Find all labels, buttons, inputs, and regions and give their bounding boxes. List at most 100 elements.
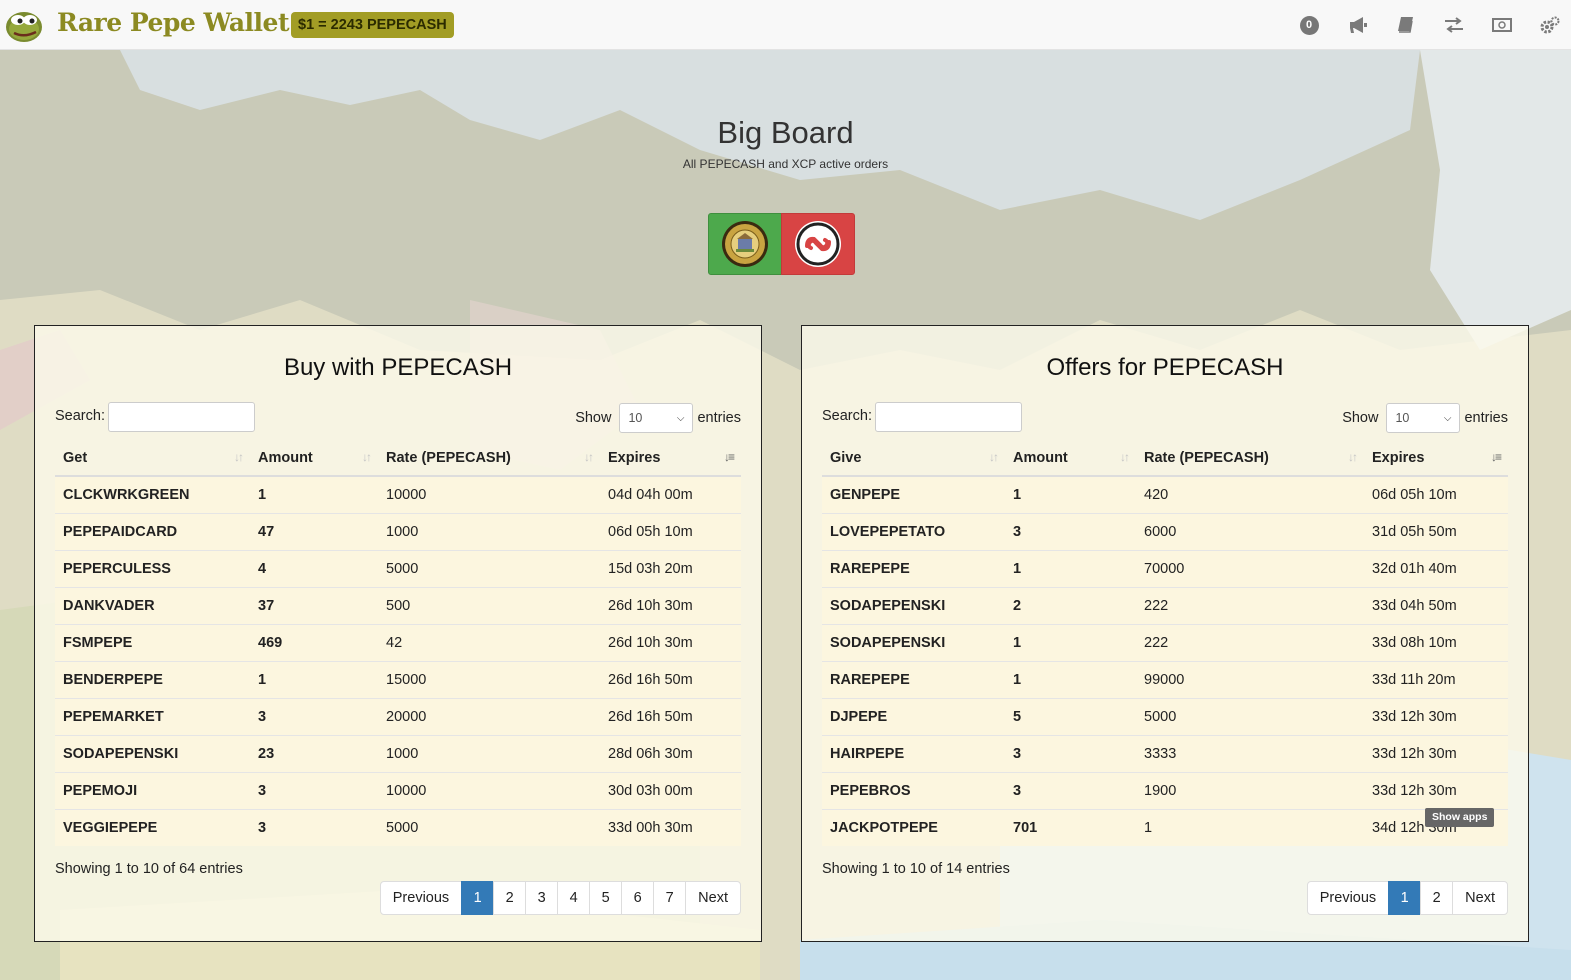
page-button[interactable]: 4 <box>557 881 591 915</box>
expires-cell: 28d 06h 30m <box>600 734 741 772</box>
page-button[interactable]: 3 <box>525 881 559 915</box>
rate-cell: 420 <box>1136 476 1364 513</box>
page-button[interactable]: 5 <box>589 881 623 915</box>
xcp-logo-icon <box>795 221 841 267</box>
column-header-rate[interactable]: Rate (PEPECASH) ↓↑ <box>378 440 600 477</box>
asset-cell: SODAPEPENSKI <box>55 734 250 772</box>
sort-icon: ↓↑ <box>1348 450 1358 464</box>
book-icon[interactable] <box>1394 13 1418 37</box>
amount-cell: 469 <box>250 623 378 661</box>
entries-select-value: 10 <box>628 411 643 425</box>
entries-select[interactable]: 10 ⌵ <box>619 403 694 433</box>
page-button[interactable]: 7 <box>653 881 687 915</box>
pepecash-button[interactable] <box>708 213 782 275</box>
entries-select[interactable]: 10 ⌵ <box>1386 403 1461 433</box>
table-row[interactable]: DANKVADER 37 500 26d 10h 30m <box>55 586 741 624</box>
exchange-icon[interactable] <box>1442 13 1466 37</box>
table-row[interactable]: RAREPEPE 1 70000 32d 01h 40m <box>822 549 1508 587</box>
show-label: Show <box>575 410 612 426</box>
rate-cell: 70000 <box>1136 549 1364 587</box>
amount-cell: 1 <box>1005 476 1136 513</box>
column-header-label: Amount <box>258 449 313 466</box>
expires-cell: 31d 05h 50m <box>1364 512 1508 550</box>
table-row[interactable]: GENPEPE 1 420 06d 05h 10m <box>822 476 1508 513</box>
table-row[interactable]: FSMPEPE 469 42 26d 10h 30m <box>55 623 741 661</box>
expires-cell: 26d 10h 30m <box>600 586 741 624</box>
page-button[interactable]: 6 <box>621 881 655 915</box>
column-header-label: Expires <box>608 449 661 466</box>
pepe-logo-icon[interactable] <box>4 5 44 45</box>
sort-icon: ↓↑ <box>989 450 999 464</box>
table-row[interactable]: BENDERPEPE 1 15000 26d 16h 50m <box>55 660 741 698</box>
gears-icon[interactable] <box>1538 13 1562 37</box>
expires-cell: 33d 08h 10m <box>1364 623 1508 661</box>
asset-cell: PEPEMARKET <box>55 697 250 735</box>
amount-cell: 1 <box>1005 623 1136 661</box>
expires-cell: 26d 10h 30m <box>600 623 741 661</box>
rate-cell: 222 <box>1136 586 1364 624</box>
column-header-give[interactable]: Give ↓↑ <box>822 440 1005 477</box>
column-header-amount[interactable]: Amount ↓↑ <box>1005 440 1136 477</box>
previous-page-button[interactable]: Previous <box>379 881 463 915</box>
column-header-expires[interactable]: Expires ↓≡ <box>600 440 741 477</box>
rate-cell: 99000 <box>1136 660 1364 698</box>
rate-cell: 42 <box>378 623 600 661</box>
page-button[interactable]: 1 <box>1388 881 1422 915</box>
page-button[interactable]: 2 <box>1420 881 1454 915</box>
rate-cell: 1 <box>1136 808 1364 846</box>
asset-cell: DANKVADER <box>55 586 250 624</box>
amount-cell: 701 <box>1005 808 1136 846</box>
table-row[interactable]: PEPEMOJI 3 10000 30d 03h 00m <box>55 771 741 809</box>
page-length-control: Show 10 ⌵ entries <box>1342 403 1508 433</box>
table-row[interactable]: SODAPEPENSKI 23 1000 28d 06h 30m <box>55 734 741 772</box>
expires-cell: 33d 11h 20m <box>1364 660 1508 698</box>
pepecash-coin-icon <box>722 221 768 267</box>
rate-cell: 1900 <box>1136 771 1364 809</box>
amount-cell: 5 <box>1005 697 1136 735</box>
rate-badge: $1 = 2243 PEPECASH <box>291 12 454 38</box>
column-header-rate[interactable]: Rate (PEPECASH) ↓↑ <box>1136 440 1364 477</box>
table-body: CLCKWRKGREEN 1 10000 04d 04h 00m PEPEPAIDCAR… <box>55 476 741 846</box>
expires-cell: 33d 12h 30m <box>1364 697 1508 735</box>
rate-cell: 10000 <box>378 771 600 809</box>
table-row[interactable]: CLCKWRKGREEN 1 10000 04d 04h 00m <box>55 476 741 513</box>
table-row[interactable]: VEGGIEPEPE 3 5000 33d 00h 30m <box>55 808 741 846</box>
column-header-amount[interactable]: Amount ↓↑ <box>250 440 378 477</box>
table-row[interactable]: SODAPEPENSKI 1 222 33d 08h 10m <box>822 623 1508 661</box>
table-row[interactable]: HAIRPEPE 3 3333 33d 12h 30m <box>822 734 1508 772</box>
column-header-label: Give <box>830 449 862 466</box>
pagination: Previous 1 2 3 4 5 6 7 Next <box>379 881 741 915</box>
money-icon[interactable] <box>1490 13 1514 37</box>
search-input[interactable] <box>108 402 255 432</box>
xcp-button[interactable] <box>781 213 855 275</box>
rate-cell: 15000 <box>378 660 600 698</box>
column-header-get[interactable]: Get ↓↑ <box>55 440 250 477</box>
table-row[interactable]: PEPEBROS 3 1900 33d 12h 30m <box>822 771 1508 809</box>
asset-cell: PEPERCULESS <box>55 549 250 587</box>
column-header-expires[interactable]: Expires ↓≡ <box>1364 440 1508 477</box>
next-page-button[interactable]: Next <box>685 881 741 915</box>
page-length-control: Show 10 ⌵ entries <box>575 403 741 433</box>
megaphone-icon[interactable] <box>1346 13 1370 37</box>
previous-page-button[interactable]: Previous <box>1306 881 1390 915</box>
brand-name[interactable]: Rare Pepe Wallet <box>57 8 290 37</box>
table-row[interactable]: PEPEMARKET 3 20000 26d 16h 50m <box>55 697 741 735</box>
page-button[interactable]: 2 <box>493 881 527 915</box>
table-row[interactable]: LOVEPEPETATO 3 6000 31d 05h 50m <box>822 512 1508 550</box>
next-page-button[interactable]: Next <box>1452 881 1508 915</box>
buy-orders-table: Get ↓↑ Amount ↓↑ Rate (PEPECASH) ↓↑ Expires… <box>55 440 741 846</box>
table-row[interactable]: RAREPEPE 1 99000 33d 11h 20m <box>822 660 1508 698</box>
amount-cell: 1 <box>1005 549 1136 587</box>
table-row[interactable]: JACKPOTPEPE 701 1 34d 12h 30m <box>822 808 1508 846</box>
search-label: Search: <box>55 408 105 424</box>
pagination: Previous 1 2 Next <box>1306 881 1508 915</box>
asset-cell: VEGGIEPEPE <box>55 808 250 846</box>
table-row[interactable]: SODAPEPENSKI 2 222 33d 04h 50m <box>822 586 1508 624</box>
search-input[interactable] <box>875 402 1022 432</box>
expires-cell: 15d 03h 20m <box>600 549 741 587</box>
page-button[interactable]: 1 <box>461 881 495 915</box>
table-row[interactable]: PEPEPAIDCARD 47 1000 06d 05h 10m <box>55 512 741 550</box>
table-row[interactable]: PEPERCULESS 4 5000 15d 03h 20m <box>55 549 741 587</box>
table-row[interactable]: DJPEPE 5 5000 33d 12h 30m <box>822 697 1508 735</box>
notification-count[interactable]: 0 <box>1297 13 1321 37</box>
